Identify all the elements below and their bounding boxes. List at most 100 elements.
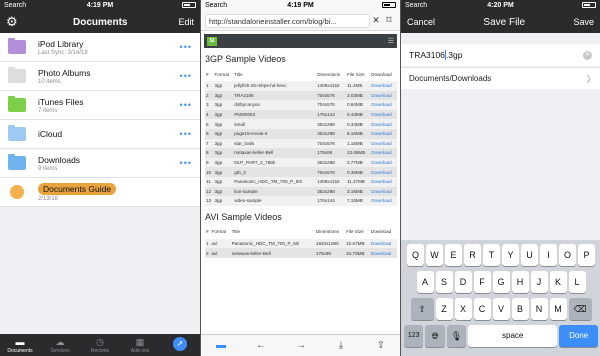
- key-q[interactable]: Q: [407, 244, 424, 266]
- download-link[interactable]: Download: [370, 157, 397, 168]
- more-icon[interactable]: •••: [180, 129, 192, 139]
- item-label: Photo Albums: [38, 67, 91, 78]
- key-n[interactable]: N: [530, 298, 548, 320]
- key-h[interactable]: H: [511, 271, 529, 293]
- bookmark-icon[interactable]: ⌑: [382, 15, 396, 26]
- site-logo[interactable]: SI: [207, 36, 217, 46]
- download-link[interactable]: Download: [370, 176, 397, 187]
- list-item[interactable]: iCloud •••: [0, 120, 200, 149]
- table-cell: 704x576: [316, 90, 346, 101]
- download-link[interactable]: Download: [370, 167, 397, 177]
- key-w[interactable]: W: [426, 244, 443, 266]
- carrier-label: Search: [205, 2, 228, 9]
- download-link[interactable]: Download: [369, 238, 397, 249]
- key-i[interactable]: I: [540, 244, 557, 266]
- more-icon[interactable]: •••: [180, 42, 192, 52]
- more-icon[interactable]: •••: [180, 100, 192, 110]
- download-icon[interactable]: ⤓: [321, 340, 361, 351]
- download-link[interactable]: Download: [370, 100, 397, 110]
- filename-field[interactable]: TRA3106.3gp ✕: [401, 44, 600, 66]
- table-cell: 176x144: [316, 109, 346, 120]
- more-icon[interactable]: •••: [180, 71, 192, 81]
- gear-icon[interactable]: ⚙: [6, 14, 22, 30]
- key-c[interactable]: C: [473, 298, 491, 320]
- list-item[interactable]: Photo Albums 10 items •••: [0, 62, 200, 91]
- key-p[interactable]: P: [578, 244, 595, 266]
- key-z[interactable]: Z: [435, 298, 453, 320]
- menu-icon[interactable]: ☰: [388, 37, 394, 45]
- tab-addons[interactable]: ▦ Add-ons: [120, 334, 160, 356]
- table-cell: 13: [205, 196, 214, 206]
- download-link[interactable]: Download: [370, 90, 397, 101]
- key-x[interactable]: X: [454, 298, 472, 320]
- download-link[interactable]: Download: [369, 248, 397, 258]
- back-arrow-icon[interactable]: ←: [241, 340, 281, 351]
- tab-documents[interactable]: ▬ Documents: [0, 334, 40, 356]
- tab-browser[interactable]: ➚: [160, 334, 200, 356]
- destination-row[interactable]: Documents/Downloads ❯: [401, 67, 600, 89]
- column-header: Download: [370, 67, 397, 81]
- addons-icon: ▦: [135, 337, 145, 347]
- list-item[interactable]: iPod Library Last Sync: 3/14/18 •••: [0, 33, 200, 62]
- download-link[interactable]: Download: [370, 128, 397, 139]
- url-field[interactable]: http://standaloneinstaller.com/blog/bi..…: [205, 13, 370, 28]
- key-l[interactable]: L: [568, 271, 586, 293]
- key-d[interactable]: D: [454, 271, 472, 293]
- space-key[interactable]: space: [468, 325, 558, 347]
- key-j[interactable]: J: [530, 271, 548, 293]
- key-k[interactable]: K: [549, 271, 567, 293]
- download-link[interactable]: Download: [370, 148, 397, 158]
- tab-services[interactable]: ☁ Services: [40, 334, 80, 356]
- table-cell: star_trails: [233, 138, 317, 149]
- list-item[interactable]: Documents Guide 2/13/18: [0, 178, 200, 207]
- key-u[interactable]: U: [521, 244, 538, 266]
- forward-arrow-icon[interactable]: →: [281, 340, 321, 351]
- key-v[interactable]: V: [492, 298, 510, 320]
- tab-recents[interactable]: ◷ Recents: [80, 334, 120, 356]
- download-link[interactable]: Download: [370, 119, 397, 129]
- table-cell: 176x99: [314, 248, 346, 258]
- download-link[interactable]: Download: [370, 196, 397, 206]
- download-link[interactable]: Download: [370, 81, 397, 91]
- clear-icon[interactable]: ✕: [583, 50, 592, 60]
- more-icon[interactable]: •••: [180, 158, 192, 168]
- key-r[interactable]: R: [464, 244, 481, 266]
- backspace-key[interactable]: ⌫: [568, 298, 592, 320]
- list-item[interactable]: iTunes Files 7 items •••: [0, 91, 200, 120]
- save-button[interactable]: Save: [573, 17, 594, 27]
- site-header: SI ☰: [204, 34, 397, 48]
- key-m[interactable]: M: [549, 298, 567, 320]
- status-time: 4:19 PM: [287, 2, 314, 9]
- key-f[interactable]: F: [473, 271, 491, 293]
- share-icon[interactable]: ⇪: [361, 340, 400, 351]
- key-t[interactable]: T: [483, 244, 500, 266]
- list-item[interactable]: Downloads 9 items •••: [0, 149, 200, 178]
- key-a[interactable]: A: [416, 271, 434, 293]
- folder-icon[interactable]: ▬: [201, 340, 241, 351]
- key-e[interactable]: E: [445, 244, 462, 266]
- done-key[interactable]: Done: [559, 325, 598, 347]
- key-y[interactable]: Y: [502, 244, 519, 266]
- item-label: iPod Library: [38, 38, 84, 49]
- download-link[interactable]: Download: [370, 109, 397, 120]
- table-cell: 7: [205, 138, 214, 149]
- key-s[interactable]: S: [435, 271, 453, 293]
- column-header: Title: [230, 224, 315, 239]
- globe-icon[interactable]: 🌐︎: [425, 325, 445, 347]
- key-b[interactable]: B: [511, 298, 529, 320]
- column-header: File Size: [345, 224, 370, 239]
- key-g[interactable]: G: [492, 271, 510, 293]
- download-link[interactable]: Download: [370, 138, 397, 149]
- key-o[interactable]: O: [559, 244, 576, 266]
- microphone-icon[interactable]: 🎙︎: [446, 325, 467, 347]
- close-icon[interactable]: ✕: [370, 15, 382, 26]
- table-cell: 4: [205, 109, 214, 120]
- save-file-screen: Search 4:20 PM Cancel Save File Save TRA…: [400, 0, 600, 356]
- icloud-folder-icon: [8, 125, 26, 141]
- download-link[interactable]: Download: [370, 186, 397, 197]
- cancel-button[interactable]: Cancel: [407, 17, 435, 27]
- edit-button[interactable]: Edit: [178, 17, 194, 27]
- numbers-key[interactable]: 123: [404, 325, 424, 347]
- shift-key[interactable]: ⇧: [410, 298, 434, 320]
- item-text: iTunes Files 7 items: [38, 97, 180, 114]
